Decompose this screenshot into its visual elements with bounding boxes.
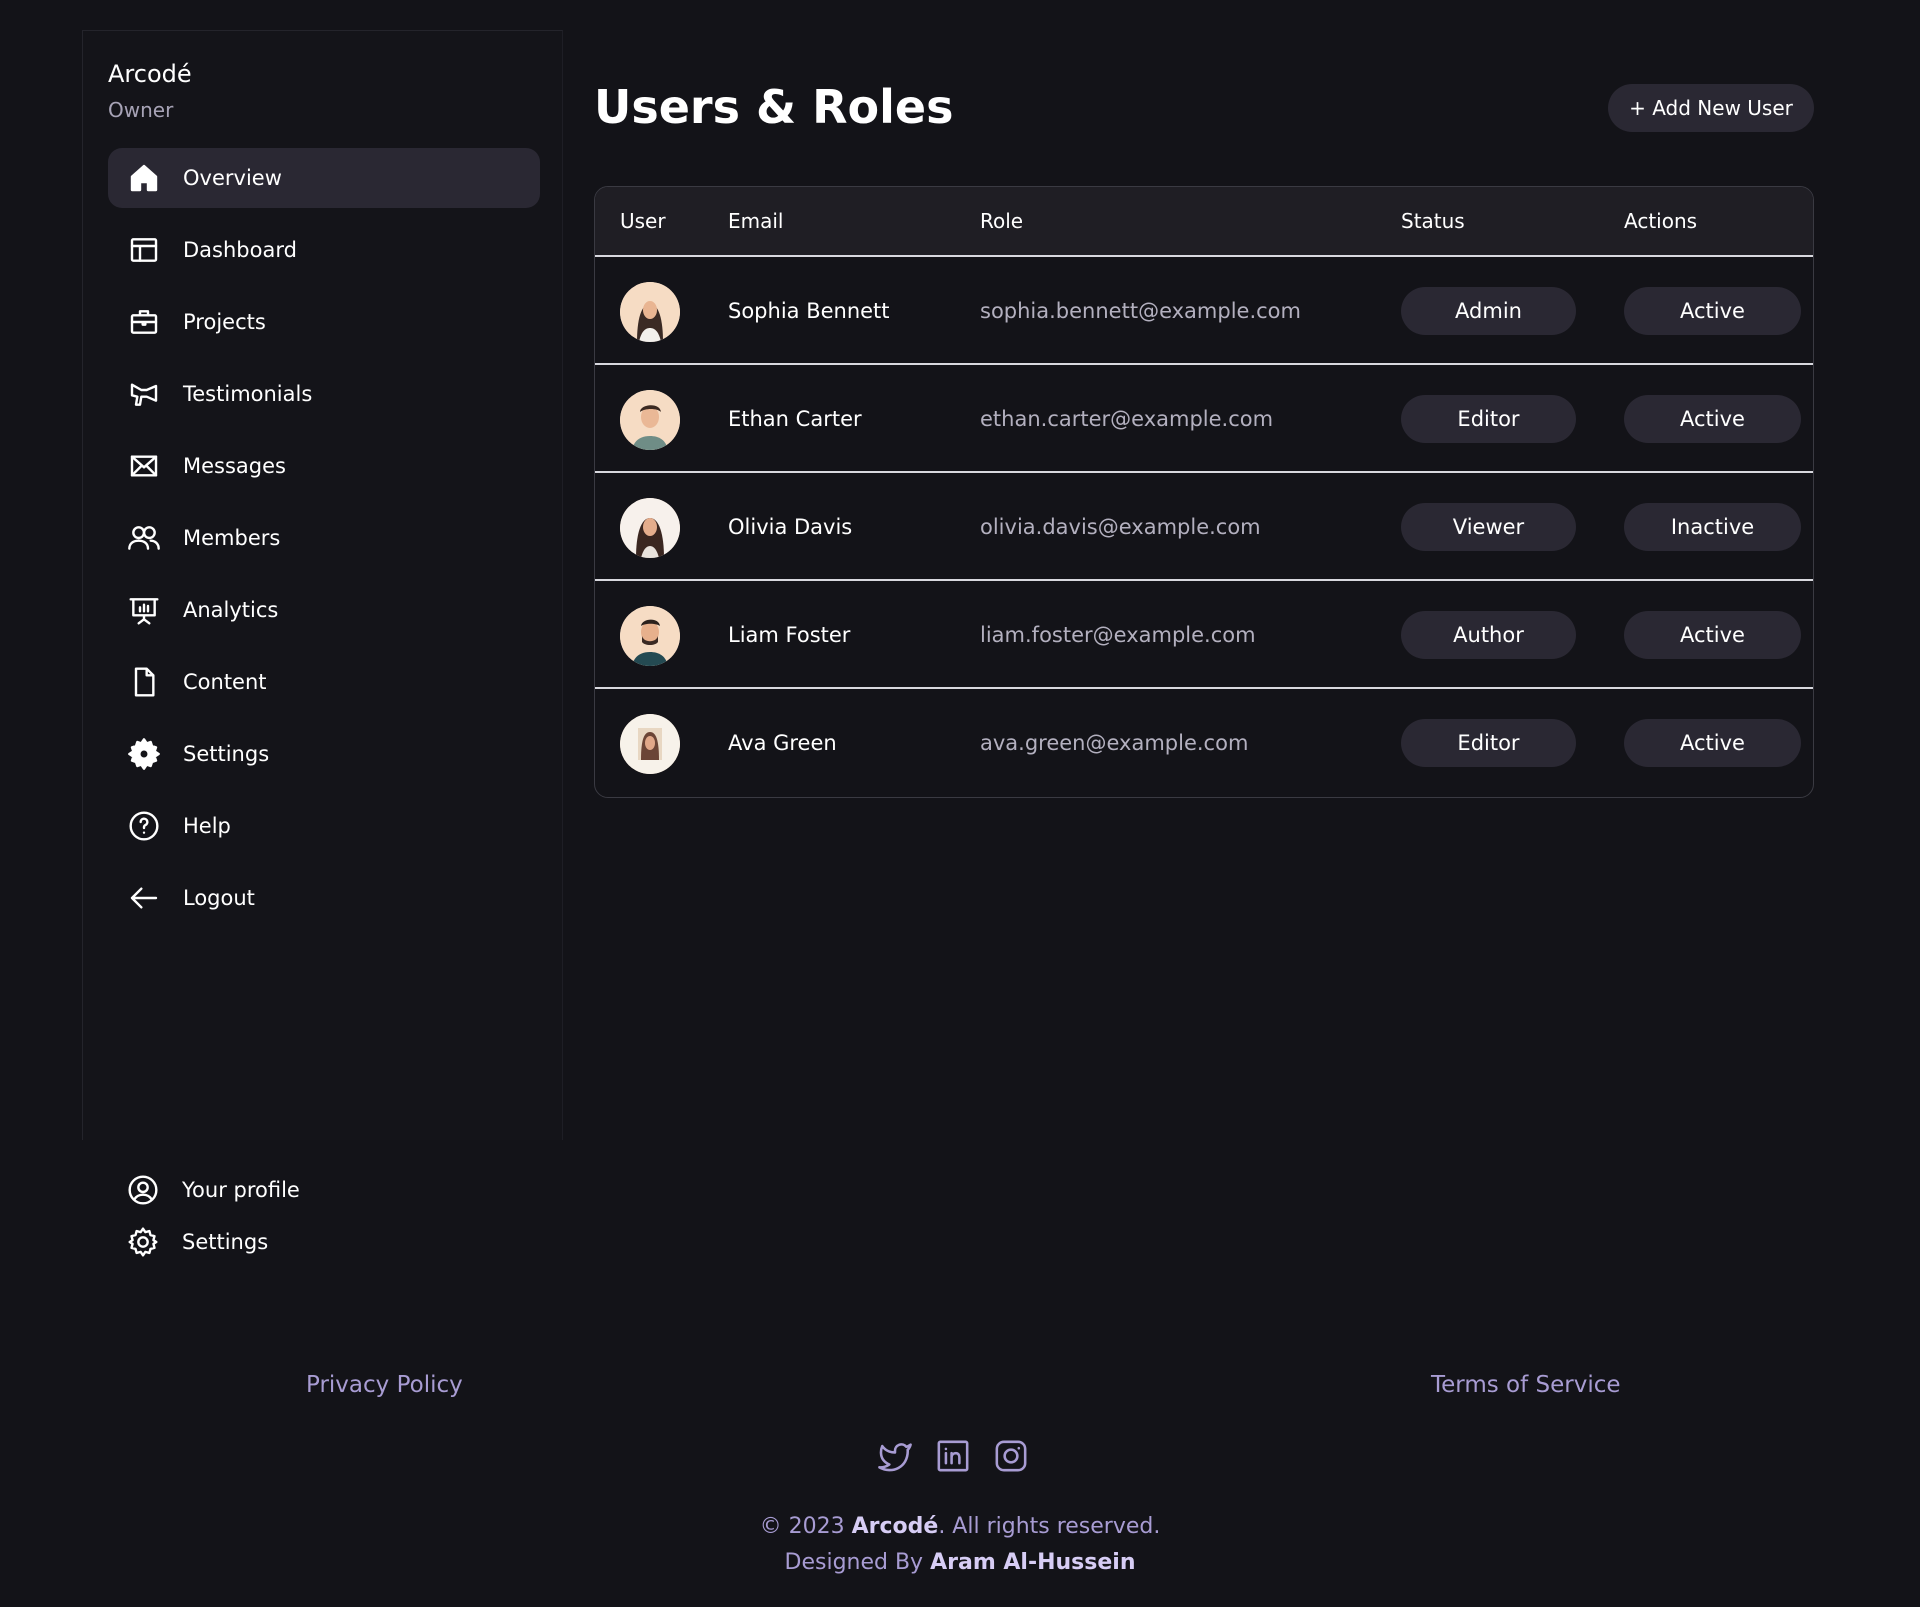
presentation-chart-icon	[128, 594, 160, 626]
sidebar-item-label: Logout	[183, 886, 255, 910]
users-table: User Email Role Status Actions Sophia Be…	[594, 186, 1814, 798]
table-row: Olivia Davis olivia.davis@example.com Vi…	[595, 473, 1813, 581]
copyright-prefix: © 2023	[759, 1514, 845, 1539]
brand-role: Owner	[108, 98, 174, 122]
sidebar-item-logout[interactable]: Logout	[108, 868, 540, 928]
sidebar-item-testimonials[interactable]: Testimonials	[108, 364, 540, 424]
avatar	[620, 606, 680, 666]
table-header: User Email Role Status Actions	[595, 187, 1813, 257]
add-new-user-button[interactable]: + Add New User	[1608, 84, 1814, 132]
document-icon	[128, 666, 160, 698]
table-row: Sophia Bennett sophia.bennett@example.co…	[595, 257, 1813, 365]
user-email: ethan.carter@example.com	[980, 407, 1274, 431]
sidebar-item-label: Your profile	[182, 1178, 300, 1202]
sidebar-item-label: Projects	[183, 310, 266, 334]
sidebar-item-messages[interactable]: Messages	[108, 436, 540, 496]
terms-of-service-link[interactable]: Terms of Service	[1431, 1372, 1621, 1398]
linkedin-icon[interactable]	[936, 1439, 970, 1473]
role-badge[interactable]: Editor	[1401, 395, 1576, 443]
gear-icon	[128, 738, 160, 770]
column-header-status: Status	[1401, 209, 1465, 233]
sidebar-item-label: Settings	[182, 1230, 269, 1254]
column-header-user: User	[620, 209, 666, 233]
sidebar-item-overview[interactable]: Overview	[108, 148, 540, 208]
role-badge[interactable]: Admin	[1401, 287, 1576, 335]
sidebar-item-label: Overview	[183, 166, 282, 190]
role-badge[interactable]: Author	[1401, 611, 1576, 659]
sidebar-item-projects[interactable]: Projects	[108, 292, 540, 352]
column-header-actions: Actions	[1624, 209, 1698, 233]
status-badge[interactable]: Active	[1624, 719, 1801, 767]
copyright-brand: Arcodé	[851, 1514, 939, 1539]
brand-name: Arcodé	[108, 60, 192, 88]
user-email: olivia.davis@example.com	[980, 515, 1261, 539]
sidebar-item-help[interactable]: Help	[108, 796, 540, 856]
copyright-suffix: . All rights reserved.	[938, 1514, 1161, 1539]
sidebar-item-settings-bottom[interactable]: Settings	[107, 1222, 539, 1262]
sidebar-item-label: Members	[183, 526, 281, 550]
status-badge[interactable]: Inactive	[1624, 503, 1801, 551]
user-name: Liam Foster	[728, 623, 851, 647]
gear-outline-icon	[127, 1226, 159, 1258]
avatar	[620, 498, 680, 558]
sidebar-item-your-profile[interactable]: Your profile	[107, 1170, 539, 1210]
twitter-icon[interactable]	[878, 1439, 912, 1473]
avatar	[620, 714, 680, 774]
user-email: ava.green@example.com	[980, 731, 1249, 755]
avatar	[620, 282, 680, 342]
designer-name[interactable]: Aram Al-Hussein	[930, 1550, 1135, 1575]
help-circle-icon	[128, 810, 160, 842]
brand: Arcodé Owner	[108, 60, 192, 122]
sidebar-item-label: Dashboard	[183, 238, 297, 262]
table-row: Ethan Carter ethan.carter@example.com Ed…	[595, 365, 1813, 473]
sidebar-item-label: Testimonials	[183, 382, 313, 406]
table-row: Ava Green ava.green@example.com Editor A…	[595, 689, 1813, 797]
sidebar-item-label: Settings	[183, 742, 270, 766]
sidebar-item-analytics[interactable]: Analytics	[108, 580, 540, 640]
role-badge[interactable]: Viewer	[1401, 503, 1576, 551]
home-icon	[128, 162, 160, 194]
user-name: Ava Green	[728, 731, 837, 755]
sidebar-item-settings[interactable]: Settings	[108, 724, 540, 784]
designed-prefix: Designed By	[784, 1550, 924, 1575]
megaphone-icon	[128, 378, 160, 410]
layout-icon	[128, 234, 160, 266]
user-email: sophia.bennett@example.com	[980, 299, 1301, 323]
user-email: liam.foster@example.com	[980, 623, 1256, 647]
designer-credit: Designed By Aram Al-Hussein	[0, 1550, 1920, 1575]
user-name: Ethan Carter	[728, 407, 862, 431]
sidebar-item-dashboard[interactable]: Dashboard	[108, 220, 540, 280]
users-icon	[128, 522, 160, 554]
user-name: Olivia Davis	[728, 515, 853, 539]
page-title: Users & Roles	[594, 80, 954, 134]
briefcase-icon	[128, 306, 160, 338]
social-links	[878, 1439, 1028, 1473]
user-name: Sophia Bennett	[728, 299, 890, 323]
sidebar-nav: Overview Dashboard Projects Testimonials…	[108, 148, 540, 940]
sidebar-item-members[interactable]: Members	[108, 508, 540, 568]
status-badge[interactable]: Active	[1624, 611, 1801, 659]
arrow-left-icon	[128, 882, 160, 914]
avatar	[620, 390, 680, 450]
sidebar-item-label: Messages	[183, 454, 286, 478]
status-badge[interactable]: Active	[1624, 395, 1801, 443]
mail-icon	[128, 450, 160, 482]
sidebar-item-content[interactable]: Content	[108, 652, 540, 712]
sidebar-item-label: Help	[183, 814, 231, 838]
sidebar-item-label: Content	[183, 670, 267, 694]
privacy-policy-link[interactable]: Privacy Policy	[306, 1372, 463, 1398]
role-badge[interactable]: Editor	[1401, 719, 1576, 767]
copyright: © 2023 Arcodé. All rights reserved.	[0, 1514, 1920, 1539]
column-header-email: Email	[728, 209, 784, 233]
user-circle-icon	[127, 1174, 159, 1206]
instagram-icon[interactable]	[994, 1439, 1028, 1473]
status-badge[interactable]: Active	[1624, 287, 1801, 335]
sidebar-item-label: Analytics	[183, 598, 279, 622]
table-row: Liam Foster liam.foster@example.com Auth…	[595, 581, 1813, 689]
sidebar: Arcodé Owner Overview Dashboard Projects	[82, 30, 563, 1140]
sidebar-bottom-nav: Your profile Settings	[107, 1170, 539, 1274]
column-header-role: Role	[980, 209, 1024, 233]
